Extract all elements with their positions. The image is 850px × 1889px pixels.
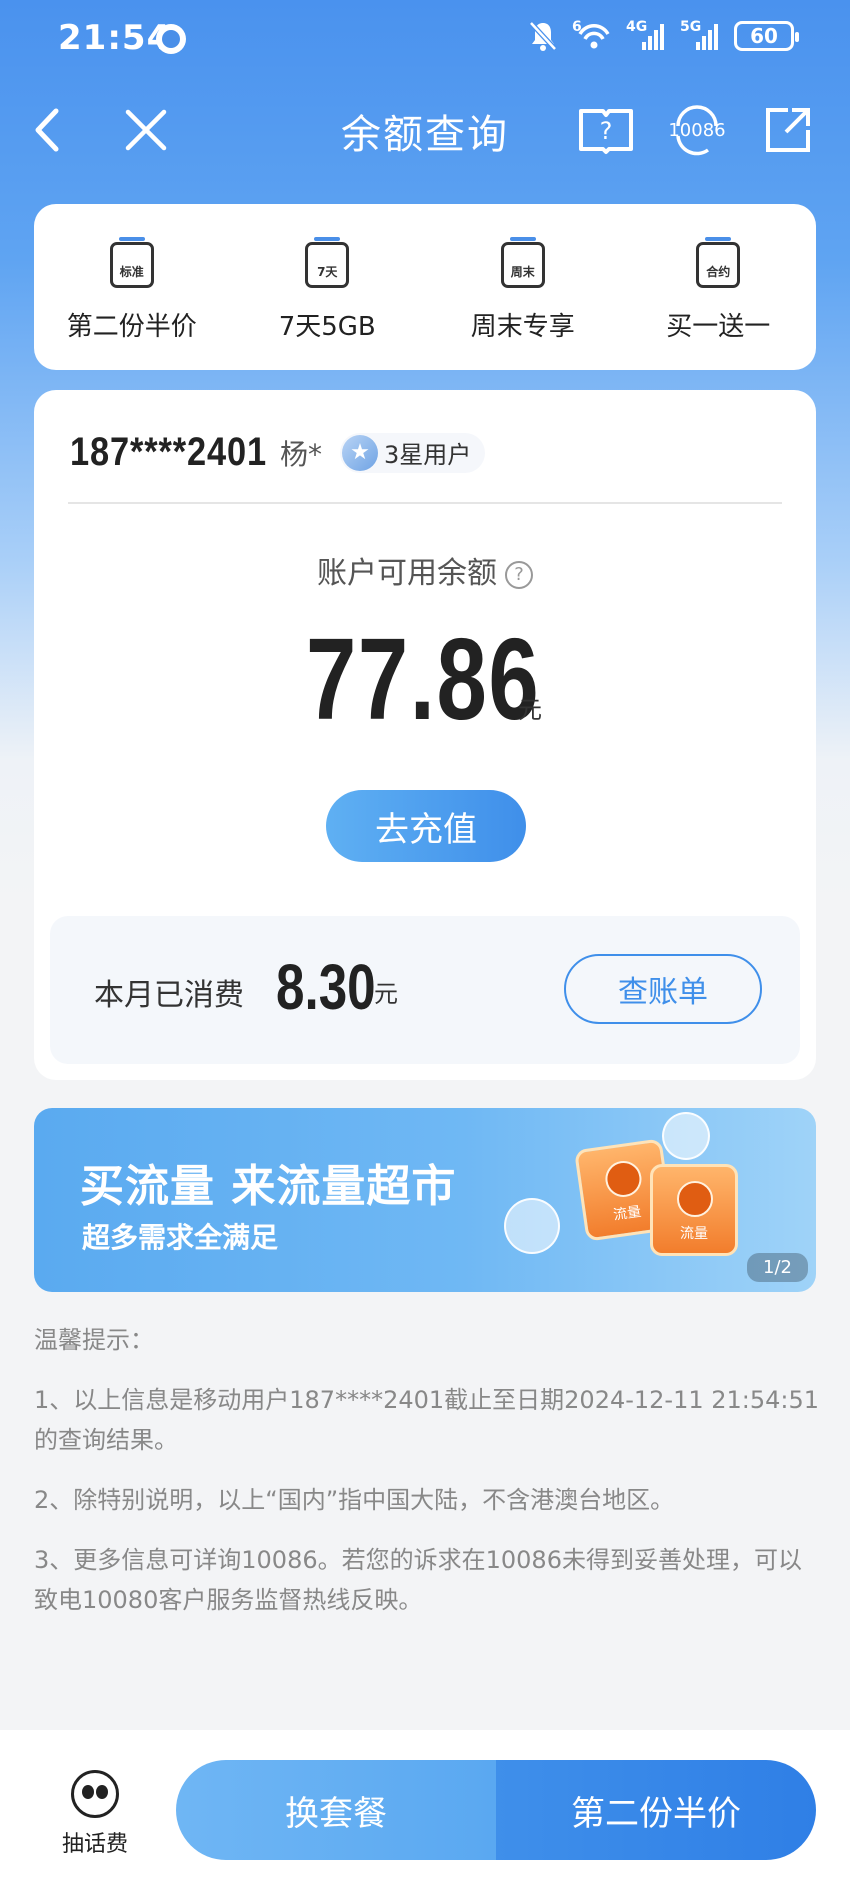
- banner-page-indicator: 1/2: [747, 1253, 808, 1282]
- lottery-button[interactable]: 抽话费: [50, 1770, 140, 1858]
- weekend-tag-icon: 周末: [500, 237, 545, 288]
- quick-action-label: 第二份半价: [66, 312, 197, 342]
- svg-text:?: ?: [600, 117, 613, 145]
- consumed-label: 本月已消费: [94, 978, 244, 1013]
- signal-1-icon: 4G: [626, 20, 666, 52]
- nav-bar: 余额查询 ? 10086: [0, 90, 850, 170]
- mute-bell-icon: [529, 21, 557, 51]
- tag-icon-text: 标准: [119, 265, 144, 279]
- bag-label: 流量: [680, 1226, 708, 1242]
- lottery-label: 抽话费: [61, 1832, 128, 1857]
- divider: [68, 502, 782, 504]
- help-button[interactable]: ?: [576, 100, 636, 160]
- banner-title: 买流量 来流量超市: [80, 1161, 457, 1212]
- signal-2-icon: 5G: [680, 20, 720, 52]
- battery-level: 60: [750, 24, 778, 48]
- quick-action-half-price[interactable]: 标准 第二份半价: [34, 204, 230, 370]
- promo-banner[interactable]: 买流量 来流量超市 超多需求全满足 流量 流量 1/2: [34, 1108, 816, 1292]
- signal-2-label: 5G: [680, 19, 702, 35]
- standard-tag-icon: 标准: [109, 237, 154, 288]
- quick-actions-card: 标准 第二份半价 7天 7天5GB 周末 周末专享 合约 买一送一: [34, 204, 816, 370]
- bottom-action-bar: 抽话费 换套餐 第二份半价: [0, 1730, 850, 1889]
- star-icon: ★: [342, 434, 379, 471]
- status-bar: 21:54 6 4G 5G 60: [0, 0, 850, 80]
- quick-action-label: 周末专享: [470, 312, 575, 342]
- quick-action-weekend[interactable]: 周末 周末专享: [425, 204, 621, 370]
- contract-tag-icon: 合约: [696, 237, 741, 288]
- data-bag-icon: 流量: [650, 1164, 738, 1256]
- banner-subtitle: 超多需求全满足: [82, 1221, 279, 1254]
- tip-item: 1、以上信息是移动用户187****2401截止至日期2024-12-11 21…: [34, 1386, 820, 1454]
- account-info-row: 187****2401 杨* ★ 3星用户: [70, 430, 486, 475]
- balance-label: 账户可用余额: [317, 556, 497, 591]
- status-indicators: 6 4G 5G 60: [528, 20, 799, 52]
- tag-icon-text: 7天: [317, 265, 338, 279]
- customer-service-button[interactable]: 10086: [664, 100, 730, 160]
- quick-action-label: 买一送一: [666, 312, 771, 342]
- app-notification-icon: [156, 24, 186, 54]
- tip-item: 3、更多信息可详询10086。若您的诉求在10086未得到妥善处理，可以致电10…: [34, 1546, 802, 1614]
- user-name: 杨*: [280, 437, 323, 471]
- status-time: 21:54: [58, 18, 172, 58]
- recharge-button[interactable]: 去充值: [326, 790, 526, 862]
- service-number: 10086: [668, 120, 726, 141]
- change-plan-button[interactable]: 换套餐: [176, 1760, 496, 1860]
- half-price-button[interactable]: 第二份半价: [496, 1760, 816, 1860]
- wifi-icon: 6: [572, 20, 612, 52]
- signal-1-label: 4G: [626, 19, 648, 35]
- tip-item: 2、除特别说明，以上“国内”指中国大陆，不含港澳台地区。: [34, 1486, 675, 1514]
- balance-value: 77.86: [306, 614, 541, 744]
- consumed-value: 8.30: [276, 951, 376, 1023]
- account-card: 187****2401 杨* ★ 3星用户 账户可用余额? 77.86 元 去充…: [34, 390, 816, 1080]
- share-icon: [766, 108, 810, 152]
- tag-icon-text: 合约: [706, 265, 731, 279]
- tips-heading: 温馨提示：: [34, 1326, 154, 1354]
- question-icon[interactable]: ?: [505, 560, 533, 589]
- tag-icon-text: 周末: [510, 265, 535, 279]
- quick-action-7day[interactable]: 7天 7天5GB: [230, 204, 426, 370]
- bottom-button-group: 换套餐 第二份半价: [176, 1760, 816, 1860]
- view-bill-button[interactable]: 查账单: [564, 954, 762, 1024]
- wifi-label: 6: [572, 19, 582, 35]
- bubble-icon: [504, 1198, 560, 1254]
- battery-icon: 60: [734, 21, 799, 51]
- quick-action-bogo[interactable]: 合约 买一送一: [621, 204, 817, 370]
- tips-section: 温馨提示： 1、以上信息是移动用户187****2401截止至日期2024-12…: [34, 1320, 824, 1640]
- balance-unit: 元: [518, 696, 542, 724]
- user-level: 3星用户: [384, 441, 472, 469]
- monthly-consumption-box: 本月已消费 8.30 元 查账单: [50, 916, 800, 1064]
- panda-icon: [71, 1770, 119, 1818]
- user-level-badge[interactable]: ★ 3星用户: [340, 432, 486, 473]
- balance-label-row: 账户可用余额?: [34, 548, 816, 592]
- help-book-icon: ?: [579, 109, 633, 154]
- share-button[interactable]: [758, 100, 818, 160]
- video-bubble-icon: [662, 1112, 710, 1160]
- seven-day-tag-icon: 7天: [305, 237, 350, 288]
- phone-number: 187****2401: [70, 430, 267, 474]
- consumed-unit: 元: [374, 980, 398, 1008]
- quick-action-label: 7天5GB: [278, 312, 376, 342]
